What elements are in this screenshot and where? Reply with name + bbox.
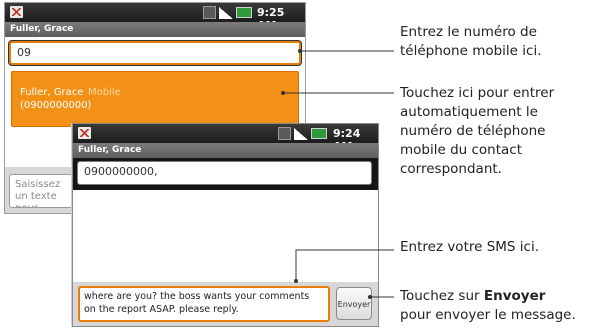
- connector-enter-sms: [295, 249, 394, 281]
- callout-tap-send-suffix: pour envoyer le message.: [400, 307, 576, 323]
- connector-dot: [298, 49, 302, 53]
- connector-dot: [368, 295, 372, 299]
- callout-enter-sms: Entrez votre SMS ici.: [400, 239, 540, 255]
- callout-enter-number: Entrez le numéro de téléphone mobile ici…: [400, 24, 542, 59]
- callout-tap-send: Touchez sur Envoyer pour envoyer le mess…: [400, 287, 600, 325]
- connector-dot: [281, 91, 285, 95]
- callout-tap-suggestion: Touchez ici pour entrer automatiquement …: [400, 85, 555, 177]
- callout-tap-send-bold: Envoyer: [483, 288, 546, 304]
- callout-tap-send-prefix: Touchez sur: [400, 288, 484, 304]
- connector-dot: [294, 279, 298, 283]
